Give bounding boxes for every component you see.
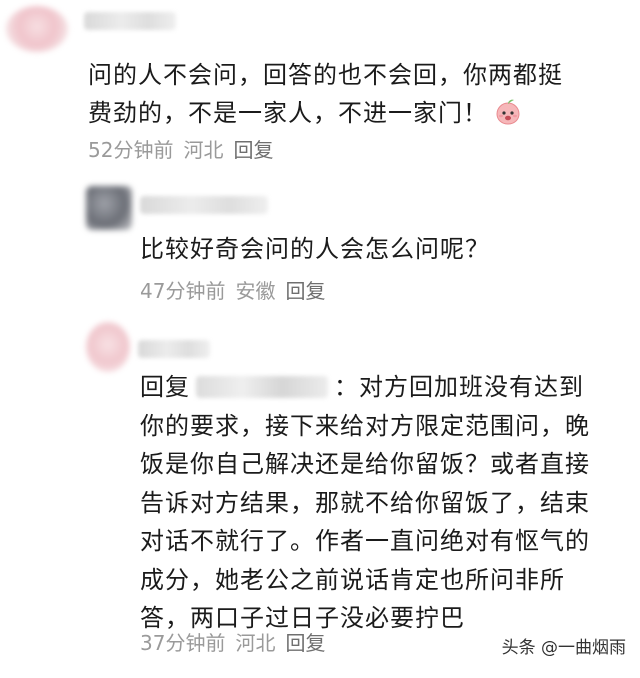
reply-prefix: 回复: [140, 373, 190, 401]
reply-button[interactable]: 回复: [233, 137, 273, 163]
avatar[interactable]: [86, 322, 130, 372]
timestamp: 47分钟前: [140, 279, 226, 303]
location: 河北: [235, 631, 276, 655]
peach-face-emoji-icon: [494, 98, 522, 126]
timestamp: 52分钟前: [88, 138, 174, 162]
comment-1-text: 问的人不会问，回答的也不会回，你两都挺 费劲的，不是一家人，不进一家门！: [88, 61, 563, 127]
comment-3-text: 回复 ：对方回加班没有达到 你的要求，接下来给对方限定范围问，晚 饭是你自己解决还…: [140, 373, 590, 632]
avatar[interactable]: [86, 186, 132, 230]
location: 河北: [183, 138, 224, 162]
reply-button[interactable]: 回复: [285, 278, 325, 304]
avatar[interactable]: [6, 6, 68, 52]
reply-button[interactable]: 回复: [285, 630, 325, 656]
location: 安徽: [235, 279, 276, 303]
comment-1-meta: 52分钟前 河北 回复: [88, 137, 273, 163]
username[interactable]: [140, 196, 268, 214]
timestamp: 37分钟前: [140, 631, 226, 655]
mention-username[interactable]: [196, 376, 328, 398]
username[interactable]: [84, 12, 176, 30]
username[interactable]: [138, 340, 210, 358]
comment-2-meta: 47分钟前 安徽 回复: [140, 278, 325, 304]
comment-3-meta: 37分钟前 河北 回复: [140, 630, 325, 656]
watermark: 头条 @一曲烟雨: [501, 638, 626, 658]
comment-2-text: 比较好奇会问的人会怎么问呢？: [140, 235, 490, 263]
